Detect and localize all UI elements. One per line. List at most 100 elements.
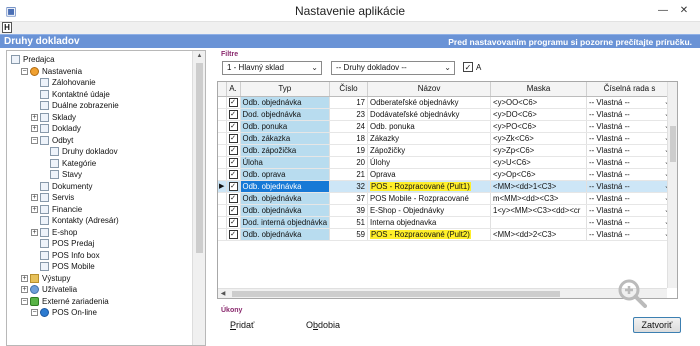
- active-cell[interactable]: ✓: [226, 180, 241, 193]
- number-cell[interactable]: 18: [329, 132, 369, 145]
- series-cell[interactable]: -- Vlastná --⌄: [586, 180, 674, 193]
- tree-item[interactable]: − Odbyt: [31, 135, 73, 146]
- mask-cell[interactable]: <y>U<C6>: [490, 156, 588, 169]
- tree-item[interactable]: Predajca: [11, 54, 55, 65]
- tree-item[interactable]: POS Predaj: [31, 238, 94, 249]
- name-cell[interactable]: POS - Rozpracované (Pult2): [367, 228, 492, 241]
- tree-item[interactable]: + Servis: [31, 192, 74, 203]
- mask-cell[interactable]: <y>OO<C6>: [490, 96, 588, 109]
- mask-cell[interactable]: <y>PO<C6>: [490, 120, 588, 133]
- tree-item[interactable]: Kategórie: [41, 158, 96, 169]
- checkbox-checked-icon[interactable]: ✓: [228, 217, 238, 227]
- series-cell[interactable]: -- Vlastná --⌄: [586, 132, 674, 145]
- series-cell[interactable]: -- Vlastná --⌄: [586, 156, 674, 169]
- number-cell[interactable]: 51: [329, 216, 369, 229]
- name-cell[interactable]: POS Mobile - Rozpracované: [367, 192, 492, 205]
- type-cell[interactable]: Dod. interná objednávka: [240, 216, 331, 229]
- name-cell[interactable]: Úlohy: [367, 156, 492, 169]
- mask-cell[interactable]: [490, 216, 588, 229]
- series-cell[interactable]: -- Vlastná --⌄: [586, 108, 674, 121]
- series-cell[interactable]: -- Vlastná --⌄: [586, 228, 674, 241]
- series-cell[interactable]: -- Vlastná --⌄: [586, 216, 674, 229]
- help-icon[interactable]: H: [2, 22, 12, 33]
- document-types-grid[interactable]: A. Typ Číslo Názov Maska Číselná rada s …: [217, 81, 678, 299]
- expand-icon[interactable]: +: [21, 286, 28, 293]
- active-cell[interactable]: ✓: [226, 216, 241, 229]
- type-cell[interactable]: Odb. objednávka: [240, 204, 331, 217]
- active-cell[interactable]: ✓: [226, 156, 241, 169]
- number-cell[interactable]: 32: [329, 180, 369, 193]
- name-cell[interactable]: POS - Rozpracované (Pult1): [367, 180, 492, 193]
- number-cell[interactable]: 39: [329, 204, 369, 217]
- column-header-series[interactable]: Číselná rada s: [586, 82, 674, 97]
- checkbox-checked-icon[interactable]: ✓: [228, 169, 238, 179]
- active-cell[interactable]: ✓: [226, 96, 241, 109]
- number-cell[interactable]: 24: [329, 120, 369, 133]
- checkbox-checked-icon[interactable]: ✓: [228, 157, 238, 167]
- column-header-active[interactable]: A.: [226, 82, 241, 97]
- number-cell[interactable]: 21: [329, 168, 369, 181]
- table-row[interactable]: ✓ Odb. objednávka 17 Odberateľské objednávk…: [218, 96, 674, 109]
- expand-icon[interactable]: +: [21, 274, 28, 282]
- mask-cell[interactable]: <y>DO<C6>: [490, 108, 588, 121]
- series-cell[interactable]: -- Vlastná --⌄: [586, 96, 674, 109]
- grid-scroll-thumb[interactable]: [670, 126, 676, 162]
- grid-horizontal-scrollbar[interactable]: ◀: [218, 288, 667, 298]
- tree-item[interactable]: Druhy dokladov: [41, 146, 118, 157]
- type-cell[interactable]: Dod. objednávka: [240, 108, 331, 121]
- name-cell[interactable]: Interna objednavka: [367, 216, 492, 229]
- checkbox-checked-icon[interactable]: ✓: [228, 229, 238, 239]
- number-cell[interactable]: 17: [329, 96, 369, 109]
- scroll-up-icon[interactable]: ▲: [193, 51, 206, 61]
- active-filter-checkbox[interactable]: ✓ A: [463, 62, 481, 72]
- tree-item[interactable]: Stavy: [41, 169, 82, 180]
- tree-item[interactable]: Dokumenty: [31, 181, 92, 192]
- checkbox-checked-icon[interactable]: ✓: [228, 205, 238, 215]
- tree-item[interactable]: Kontakty (Adresár): [31, 215, 119, 226]
- mask-cell[interactable]: <y>Zp<C6>: [490, 144, 588, 157]
- warehouse-select[interactable]: 1 - Hlavný sklad ⌄: [222, 61, 322, 75]
- table-row[interactable]: ✓ Úloha 20Úlohy <y>U<C6>-- Vlastná --⌄: [218, 156, 674, 169]
- tree-item[interactable]: − POS On-line: [31, 307, 97, 318]
- column-header-type[interactable]: Typ: [240, 82, 331, 97]
- series-cell[interactable]: -- Vlastná --⌄: [586, 144, 674, 157]
- active-cell[interactable]: ✓: [226, 192, 241, 205]
- scroll-left-icon[interactable]: ◀: [218, 289, 228, 299]
- collapse-icon[interactable]: −: [21, 67, 28, 75]
- column-header-number[interactable]: Číslo: [329, 82, 369, 97]
- type-cell[interactable]: Odb. zákazka: [240, 132, 331, 145]
- mask-cell[interactable]: <MM><dd>2<C3>: [490, 228, 588, 241]
- checkbox-checked-icon[interactable]: ✓: [463, 62, 473, 72]
- tree-item[interactable]: Zálohovanie: [31, 77, 96, 88]
- tree-item[interactable]: − Externé zariadenia: [21, 296, 109, 307]
- tree-item[interactable]: POS Mobile: [31, 261, 95, 272]
- name-cell[interactable]: Odberateľské objednávky: [367, 96, 492, 109]
- name-cell[interactable]: Dodávateľské objednávky: [367, 108, 492, 121]
- type-cell[interactable]: Odb. objednávka: [240, 180, 331, 193]
- settings-tree[interactable]: Predajca − Nastavenia Zálohovanie Kontaktné …: [6, 50, 206, 346]
- type-cell[interactable]: Odb. objednávka: [240, 192, 331, 205]
- name-cell[interactable]: Zákazky: [367, 132, 492, 145]
- tree-item[interactable]: + E-shop: [31, 227, 77, 238]
- series-cell[interactable]: -- Vlastná --⌄: [586, 192, 674, 205]
- type-cell[interactable]: Odb. oprava: [240, 168, 331, 181]
- table-row[interactable]: ✓ Odb. objednávka 37 POS Mobile - Rozpracov…: [218, 192, 674, 205]
- table-row[interactable]: ✓ Dod. objednávka 23 Dodávateľské objednávk…: [218, 108, 674, 121]
- number-cell[interactable]: 19: [329, 144, 369, 157]
- type-cell[interactable]: Odb. objednávka: [240, 228, 331, 241]
- column-header-mask[interactable]: Maska: [490, 82, 588, 97]
- tree-item[interactable]: + Užívatelia: [21, 284, 77, 295]
- expand-icon[interactable]: +: [31, 125, 38, 132]
- add-button[interactable]: Pridať: [230, 320, 254, 330]
- column-header-name[interactable]: Názov: [367, 82, 492, 97]
- active-cell[interactable]: ✓: [226, 132, 241, 145]
- table-row[interactable]: ✓ Odb. oprava 21 Oprava <y>Op<C6> -- Vlastná …: [218, 168, 674, 181]
- expand-icon[interactable]: +: [31, 205, 38, 213]
- table-row[interactable]: ✓ Odb. objednávka 59 POS - Rozpracované (Pu…: [218, 228, 674, 241]
- tree-scrollbar[interactable]: ▲: [192, 51, 205, 345]
- tree-scroll-thumb[interactable]: [196, 63, 203, 253]
- number-cell[interactable]: 20: [329, 156, 369, 169]
- tree-item[interactable]: + Sklady: [31, 112, 76, 123]
- type-cell[interactable]: Úloha: [240, 156, 331, 169]
- tree-item[interactable]: + Výstupy: [21, 273, 70, 284]
